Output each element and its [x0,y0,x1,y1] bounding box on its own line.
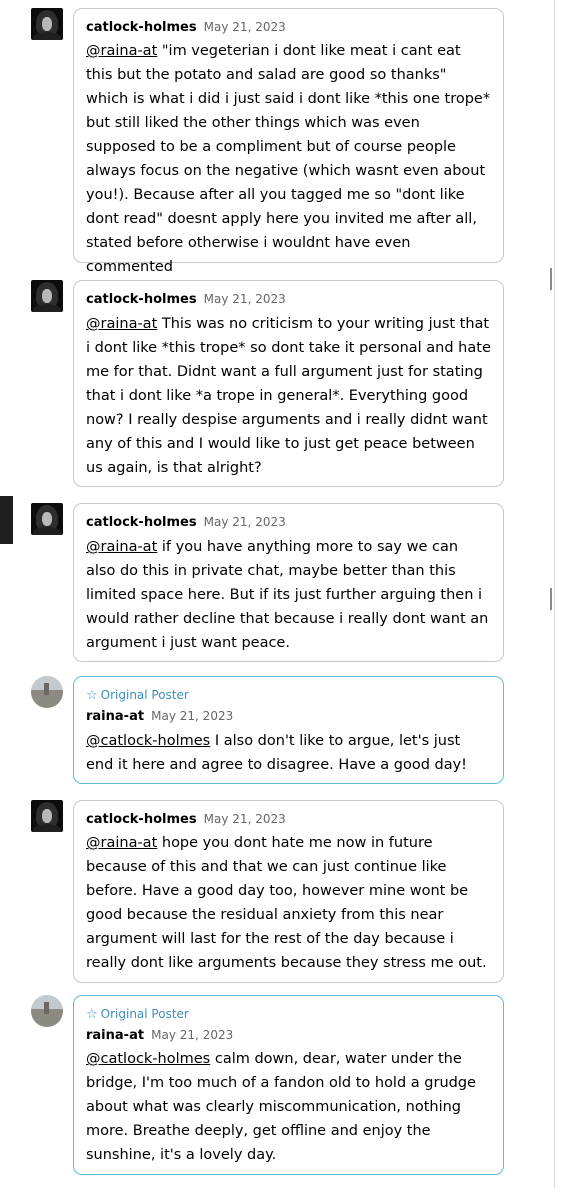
comment-bubble: catlock-holmes May 21, 2023 @raina-at ho… [73,800,504,983]
scrollbar-tick [550,588,552,610]
mention-link[interactable]: @raina-at [86,835,157,851]
original-poster-badge: ☆ Original Poster [86,1007,189,1022]
comment-body: @raina-at "im vegeterian i dont like mea… [86,39,491,279]
comment-bubble: catlock-holmes May 21, 2023 @raina-at Th… [73,280,504,487]
comment-bubble: catlock-holmes May 21, 2023 @raina-at if… [73,503,504,662]
comment-text: calm down, dear, water under the bridge,… [86,1051,476,1163]
mention-link[interactable]: @raina-at [86,316,157,332]
avatar[interactable] [31,800,63,832]
op-badge-label: Original Poster [100,1007,189,1021]
comment-body: @catlock-holmes calm down, dear, water u… [86,1047,491,1167]
comment-username[interactable]: catlock-holmes [86,812,197,827]
scrollbar-track [554,0,555,1188]
mention-link[interactable]: @raina-at [86,43,157,59]
comment-date: May 21, 2023 [203,515,286,529]
comment-meta: catlock-holmes May 21, 2023 [86,17,286,35]
comment-text: "im vegeterian i dont like meat i cant e… [86,43,491,275]
comment-username[interactable]: catlock-holmes [86,292,197,307]
comment-meta: raina-at May 21, 2023 [86,1025,233,1043]
op-badge-label: Original Poster [100,688,189,702]
comment-meta: raina-at May 21, 2023 [86,706,233,724]
comment-meta: catlock-holmes May 21, 2023 [86,289,286,307]
comment-text: if you have anything more to say we can … [86,539,489,651]
star-icon: ☆ [86,688,98,703]
mention-link[interactable]: @catlock-holmes [86,1051,210,1067]
mention-link[interactable]: @raina-at [86,539,157,555]
avatar[interactable] [31,280,63,312]
star-icon: ☆ [86,1007,98,1022]
comment-text: This was no criticism to your writing ju… [86,316,491,476]
comment-body: @raina-at if you have anything more to s… [86,535,491,655]
comment-date: May 21, 2023 [151,1028,234,1042]
comment-thread: catlock-holmes May 21, 2023 @raina-at "i… [0,0,562,1188]
avatar[interactable] [31,995,63,1027]
comment-date: May 21, 2023 [203,20,286,34]
comment-date: May 21, 2023 [203,812,286,826]
comment-username[interactable]: catlock-holmes [86,20,197,35]
avatar[interactable] [31,503,63,535]
comment-meta: catlock-holmes May 21, 2023 [86,512,286,530]
comment-text: hope you dont hate me now in future beca… [86,835,487,971]
original-poster-badge: ☆ Original Poster [86,688,189,703]
comment-username[interactable]: raina-at [86,709,144,724]
comment-bubble: catlock-holmes May 21, 2023 @raina-at "i… [73,8,504,275]
comment-date: May 21, 2023 [151,709,234,723]
comment-username[interactable]: raina-at [86,1028,144,1043]
avatar[interactable] [31,676,63,708]
scrollbar-tick [550,268,552,290]
comment-body: @catlock-holmes I also don't like to arg… [86,729,491,777]
mention-link[interactable]: @catlock-holmes [86,733,210,749]
avatar[interactable] [31,8,63,40]
comment-date: May 21, 2023 [203,292,286,306]
comment-meta: catlock-holmes May 21, 2023 [86,809,286,827]
comment-body: @raina-at hope you dont hate me now in f… [86,831,491,975]
comment-bubble-op: ☆ Original Poster raina-at May 21, 2023 @… [73,995,504,1175]
comment-bubble-op: ☆ Original Poster raina-at May 21, 2023 @… [73,676,504,784]
side-panel-edge [0,496,13,544]
comment-username[interactable]: catlock-holmes [86,515,197,530]
comment-body: @raina-at This was no criticism to your … [86,312,491,480]
